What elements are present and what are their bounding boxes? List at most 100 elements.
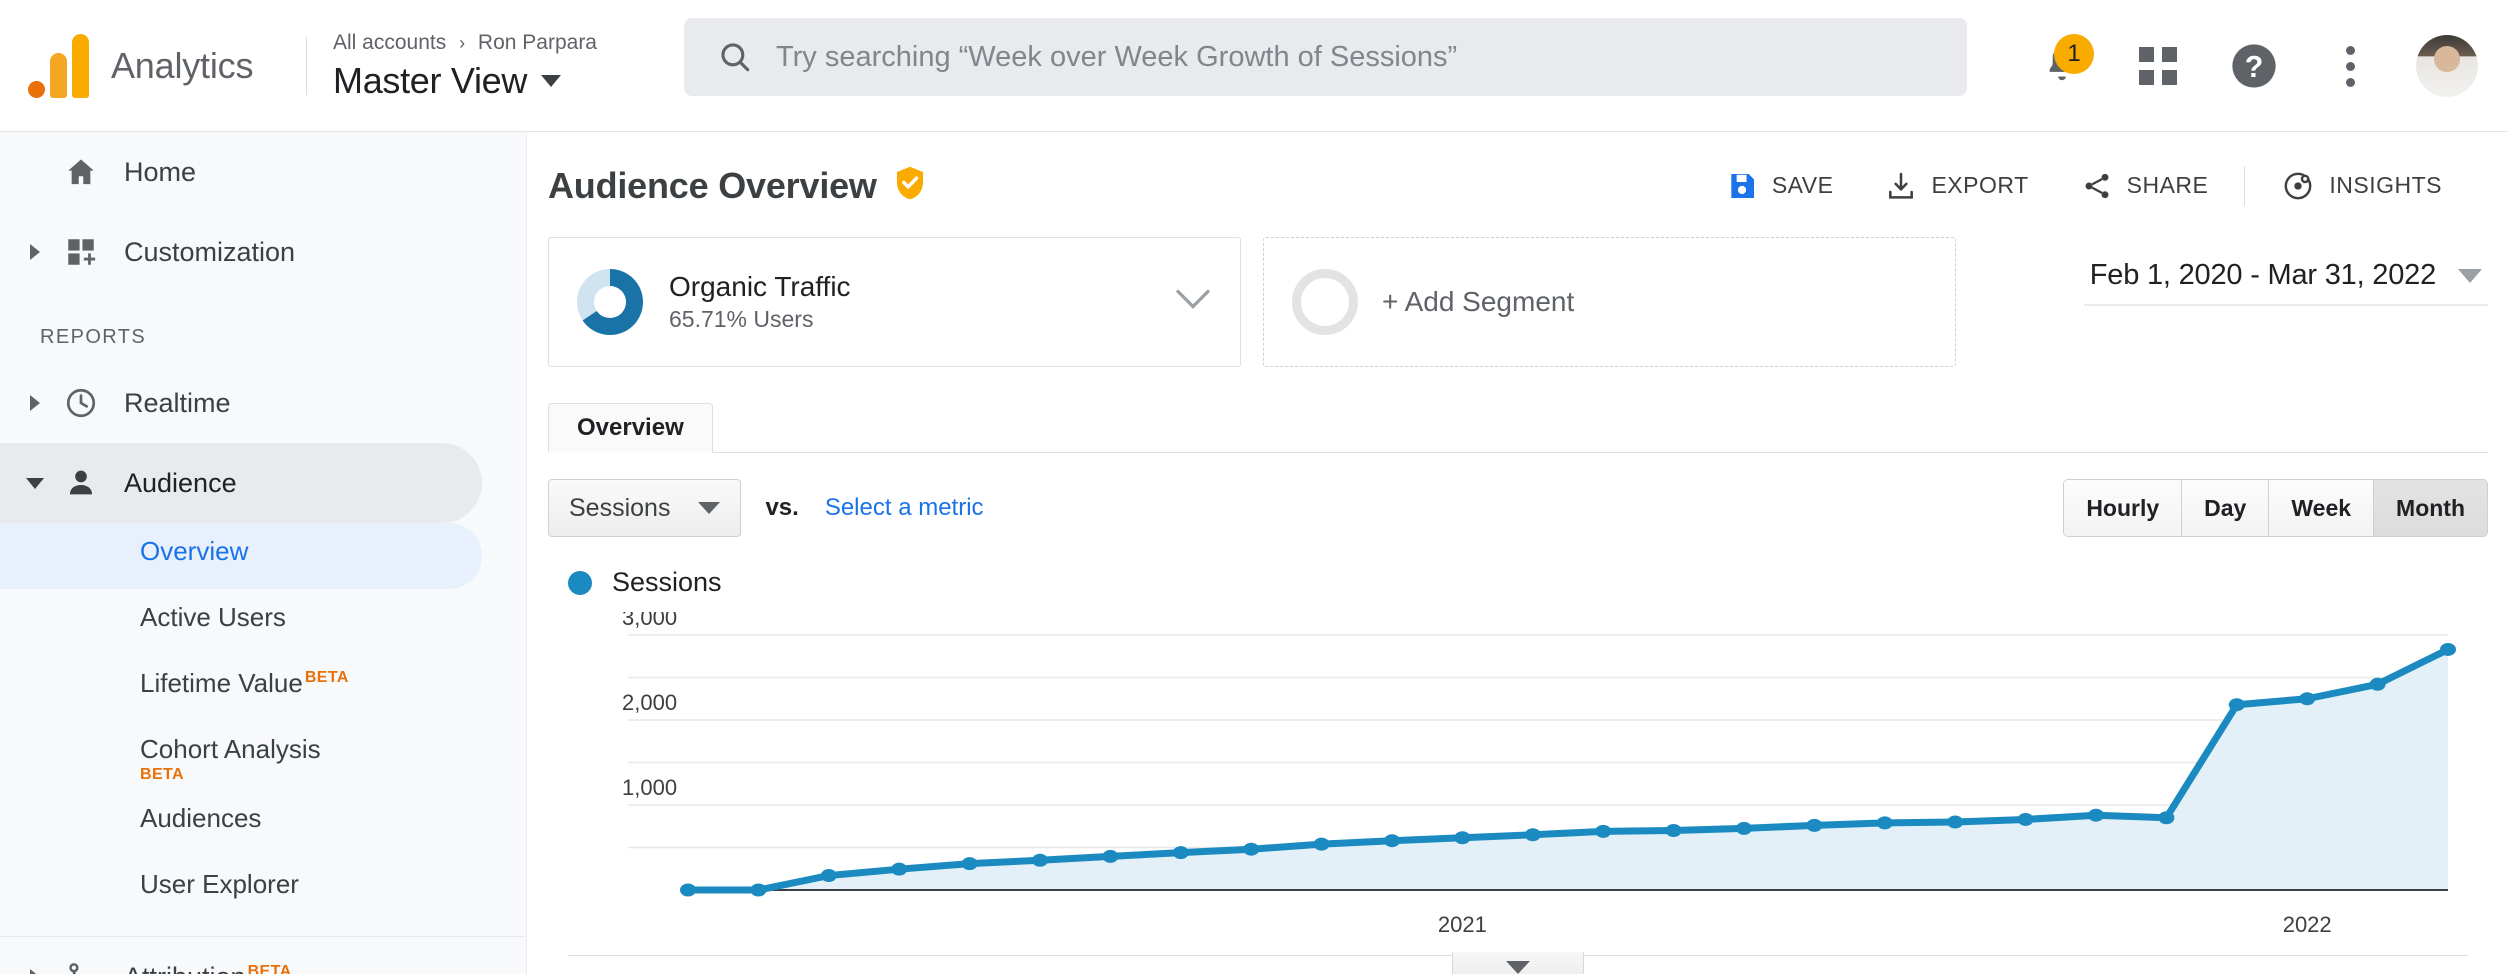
expand-arrow-icon[interactable] xyxy=(18,395,52,411)
sidebar-subitem-lifetime-value[interactable]: Lifetime Value BETA xyxy=(0,655,526,721)
chart-x-tick-label: 2021 xyxy=(1437,912,1487,937)
chart-data-point xyxy=(2369,677,2386,691)
insights-button[interactable]: INSIGHTS xyxy=(2255,169,2468,203)
caret-down-icon xyxy=(1506,961,1530,974)
chart-x-tick-label: 2022 xyxy=(2282,912,2332,937)
sidebar-subitem-label: User Explorer xyxy=(140,869,299,900)
sessions-chart[interactable]: 1,000 2,000 3,000 2021 2022 xyxy=(568,612,2468,937)
sidebar-subitem-active-users[interactable]: Active Users xyxy=(0,589,526,655)
add-segment-label: + Add Segment xyxy=(1382,286,1575,317)
breadcrumb: All accounts › Ron Parpara xyxy=(333,29,633,57)
chart-area-fill xyxy=(688,649,2448,890)
breadcrumb-separator-icon: › xyxy=(459,33,466,54)
google-analytics-logo-icon xyxy=(28,33,89,98)
collapse-arrow-icon[interactable] xyxy=(18,477,52,489)
granularity-toggle-group: Hourly Day Week Month xyxy=(2063,479,2488,537)
chevron-down-icon xyxy=(541,74,562,87)
segments-row: Organic Traffic 65.71% Users + Add Segme… xyxy=(528,207,2508,367)
breadcrumb-account[interactable]: Ron Parpara xyxy=(478,31,597,54)
chart-data-point xyxy=(680,883,696,897)
search-input[interactable]: Try searching “Week over Week Growth of … xyxy=(684,18,1967,96)
granularity-month[interactable]: Month xyxy=(2374,480,2487,536)
chart-data-point xyxy=(1876,816,1893,830)
share-nodes-icon xyxy=(2085,173,2109,198)
chart-y-tick-label: 1,000 xyxy=(622,775,677,800)
sidebar-subitem-label: Audiences xyxy=(140,803,262,834)
save-button[interactable]: SAVE xyxy=(1700,170,1860,202)
metric-select-value: Sessions xyxy=(569,493,671,522)
date-range-value: Feb 1, 2020 - Mar 31, 2022 xyxy=(2089,259,2436,291)
chart-data-point xyxy=(1384,834,1400,848)
export-button[interactable]: EXPORT xyxy=(1859,170,2054,202)
expand-arrow-icon[interactable] xyxy=(18,244,52,260)
verified-shield-icon xyxy=(893,164,927,207)
action-divider xyxy=(2244,165,2246,206)
top-bar: Analytics All accounts › Ron Parpara Mas… xyxy=(0,0,2508,132)
sidebar-item-customization[interactable]: Customization xyxy=(0,212,526,292)
date-range-picker[interactable]: Feb 1, 2020 - Mar 31, 2022 xyxy=(2083,259,2488,306)
beta-badge: BETA xyxy=(304,669,349,687)
caret-down-icon xyxy=(698,502,721,514)
export-download-icon xyxy=(1889,172,1914,199)
save-disk-icon xyxy=(1731,173,1754,198)
brand-block[interactable]: Analytics xyxy=(0,33,300,98)
metric-select[interactable]: Sessions xyxy=(548,479,742,537)
more-options-button[interactable] xyxy=(2302,18,2398,114)
analytics-app: Analytics All accounts › Ron Parpara Mas… xyxy=(0,0,2508,974)
search-icon xyxy=(721,43,750,72)
chart-data-point xyxy=(2017,812,2034,826)
chart-x-axis-labels: 2021 2022 xyxy=(568,912,2468,946)
sidebar-item-label: Home xyxy=(124,156,197,187)
share-button[interactable]: SHARE xyxy=(2055,170,2235,202)
chart-data-point xyxy=(1524,828,1541,842)
tab-strip: Overview xyxy=(548,403,2488,453)
sidebar-subitem-user-explorer[interactable]: User Explorer xyxy=(0,856,526,922)
sidebar-subitem-cohort-analysis[interactable]: Cohort Analysis BETA xyxy=(0,721,526,790)
beta-badge: BETA xyxy=(247,962,292,974)
metric-row: Sessions vs. Select a metric Hourly Day … xyxy=(528,453,2508,537)
chevron-down-icon[interactable] xyxy=(1174,285,1212,319)
apps-button[interactable] xyxy=(2110,18,2206,114)
chart-expand-button[interactable] xyxy=(1452,952,1584,974)
view-name: Master View xyxy=(333,59,528,101)
chart-data-point xyxy=(1665,824,1682,837)
chart-data-point xyxy=(1243,842,1260,856)
avatar[interactable] xyxy=(2416,35,2478,97)
chart-data-point xyxy=(1736,821,1752,835)
chart-data-point xyxy=(2158,811,2175,825)
segment-card-organic-traffic[interactable]: Organic Traffic 65.71% Users xyxy=(548,237,1241,367)
select-a-metric-link[interactable]: Select a metric xyxy=(825,494,984,522)
notifications-button[interactable]: 1 xyxy=(2014,18,2110,114)
insights-atom-icon xyxy=(2284,172,2312,199)
help-button[interactable]: ? xyxy=(2206,18,2302,114)
insights-label: INSIGHTS xyxy=(2329,172,2442,198)
sidebar-item-attribution[interactable]: AttributionBETA xyxy=(0,937,526,974)
sidebar-item-realtime[interactable]: Realtime xyxy=(0,363,526,443)
sidebar-subitem-audiences[interactable]: Audiences xyxy=(0,790,526,856)
granularity-day[interactable]: Day xyxy=(2182,480,2270,536)
expand-arrow-icon[interactable] xyxy=(18,969,52,974)
save-label: SAVE xyxy=(1771,172,1834,198)
segment-subtitle: 65.71% Users xyxy=(669,306,814,332)
sidebar: Home Customization REPORTS Realtime Audi… xyxy=(0,132,527,974)
sidebar-subitem-overview[interactable]: Overview xyxy=(0,523,482,589)
person-icon xyxy=(52,466,110,500)
chart-data-point xyxy=(2440,642,2456,656)
tab-overview[interactable]: Overview xyxy=(548,403,713,453)
chart-y-tick-label: 3,000 xyxy=(622,612,677,630)
chart-data-point xyxy=(1032,853,1048,867)
chart-data-point xyxy=(1313,837,1330,851)
add-segment-button[interactable]: + Add Segment xyxy=(1263,237,1956,367)
sidebar-item-audience[interactable]: Audience xyxy=(0,443,482,523)
sidebar-item-home[interactable]: Home xyxy=(0,132,526,212)
main-content: Audience Overview SAVE EXPORT SHARE INSI… xyxy=(528,132,2508,974)
sidebar-section-reports: REPORTS xyxy=(40,326,147,348)
sessions-line-chart[interactable]: 1,000 2,000 3,000 xyxy=(568,612,2468,912)
sidebar-subitem-label: Overview xyxy=(140,536,249,566)
granularity-week[interactable]: Week xyxy=(2269,480,2375,536)
chart-data-point xyxy=(961,857,978,871)
view-row[interactable]: Master View xyxy=(333,60,633,102)
breadcrumb-root[interactable]: All accounts xyxy=(333,31,446,54)
granularity-hourly[interactable]: Hourly xyxy=(2064,480,2183,536)
account-switcher[interactable]: All accounts › Ron Parpara Master View xyxy=(333,29,633,101)
